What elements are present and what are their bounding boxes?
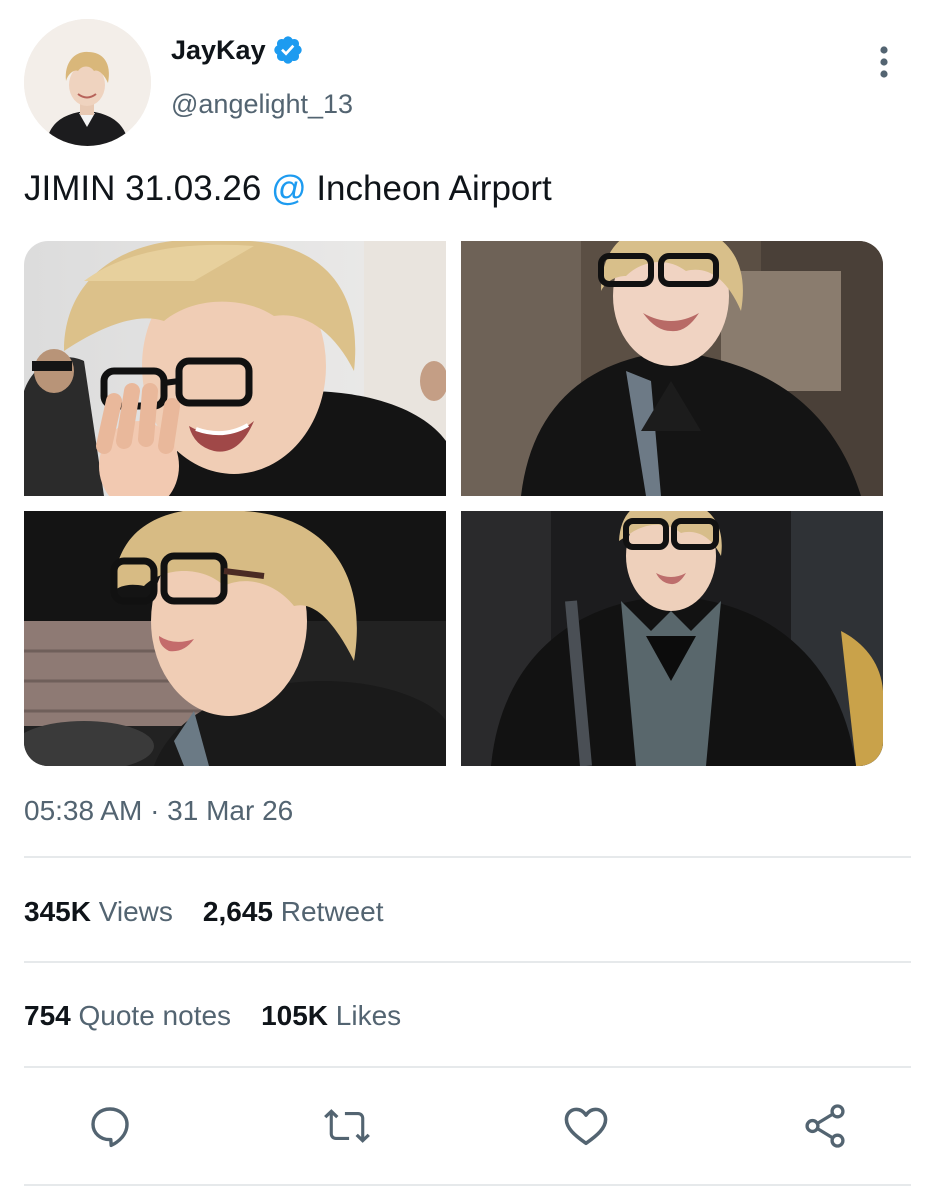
- share-button[interactable]: [795, 1096, 855, 1156]
- quotes-stat[interactable]: 754 Quote notes: [24, 999, 231, 1033]
- avatar[interactable]: [24, 19, 151, 146]
- divider-middle: [24, 961, 911, 963]
- tweet-card: JayKay @angelight_13 JIMIN 31.03.26 @ In…: [0, 0, 935, 1200]
- reply-icon: [91, 1107, 129, 1148]
- views-stat[interactable]: 345K Views: [24, 895, 173, 929]
- mention-at-symbol[interactable]: @: [271, 169, 307, 208]
- author-handle[interactable]: @angelight_13: [171, 87, 353, 121]
- photo-1-image: [24, 241, 446, 496]
- divider-footer: [24, 1184, 911, 1186]
- retweet-button[interactable]: [317, 1096, 377, 1156]
- photo-2-image: [461, 241, 883, 496]
- author-display-name[interactable]: JayKay: [171, 33, 266, 67]
- retweets-stat[interactable]: 2,645 Retweet: [203, 895, 384, 929]
- tweet-text-before: JIMIN 31.03.26: [24, 169, 272, 208]
- photo-3-image: [24, 511, 446, 766]
- likes-label: Likes: [335, 1000, 402, 1031]
- views-label: Views: [98, 896, 173, 927]
- media-grid: [24, 241, 883, 766]
- verified-badge-icon: [273, 36, 302, 64]
- retweet-icon: [324, 1109, 370, 1143]
- media-photo-4[interactable]: [461, 511, 883, 766]
- divider-top: [24, 856, 911, 858]
- media-photo-1[interactable]: [24, 241, 446, 496]
- quotes-label: Quote notes: [78, 1000, 232, 1031]
- likes-count: 105K: [261, 1000, 328, 1031]
- avatar-image: [24, 19, 151, 146]
- media-photo-2[interactable]: [461, 241, 883, 496]
- more-vertical-icon: [880, 46, 888, 78]
- retweets-label: Retweet: [280, 896, 384, 927]
- more-options-button[interactable]: [866, 40, 902, 84]
- retweets-count: 2,645: [202, 896, 273, 927]
- views-count: 345K: [24, 896, 91, 927]
- tweet-text-after: Incheon Airport: [306, 169, 552, 208]
- tweet-timestamp[interactable]: 05:38 AM · 31 Mar 26: [24, 794, 293, 828]
- reply-button[interactable]: [80, 1096, 140, 1156]
- tweet-text: JIMIN 31.03.26 @ Incheon Airport: [24, 167, 552, 211]
- divider-bottom: [24, 1066, 911, 1068]
- tweet-action-bar: [0, 1096, 935, 1156]
- stats-row-1: 345K Views 2,645 Retweet: [24, 895, 413, 929]
- heart-icon: [564, 1107, 608, 1146]
- media-photo-3[interactable]: [24, 511, 446, 766]
- stats-row-2: 754 Quote notes 105K Likes: [24, 999, 431, 1033]
- share-icon: [805, 1104, 845, 1148]
- like-button[interactable]: [556, 1096, 616, 1156]
- author-name-row[interactable]: JayKay: [171, 33, 304, 67]
- quotes-count: 754: [24, 1000, 71, 1031]
- likes-stat[interactable]: 105K Likes: [261, 999, 401, 1033]
- photo-4-image: [461, 511, 883, 766]
